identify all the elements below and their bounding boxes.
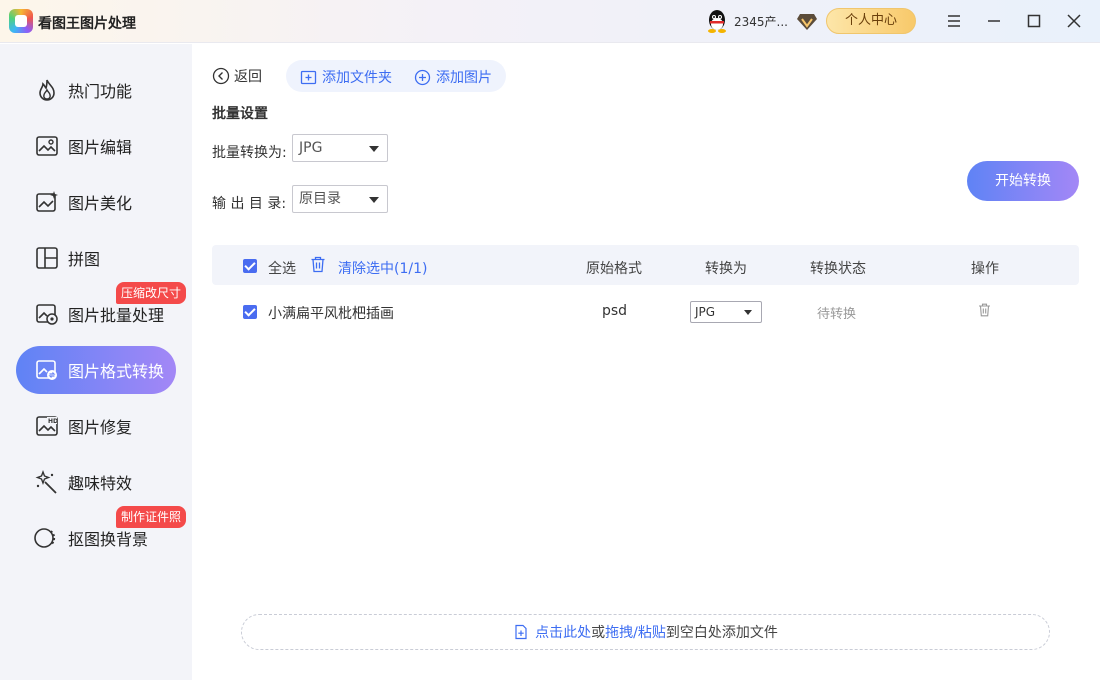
vip-diamond-icon[interactable]: [796, 11, 818, 31]
delete-row-icon[interactable]: [978, 303, 991, 317]
sidebar-item-image-beautify[interactable]: 图片美化: [16, 178, 176, 226]
table-header: 全选 清除选中(1/1) 原始格式 转换为 转换状态 操作: [212, 245, 1079, 285]
collage-icon: [34, 245, 60, 271]
close-icon[interactable]: [1063, 10, 1085, 32]
file-name: 小满扁平风枇杷插画: [268, 306, 394, 322]
badge-id-photo: 制作证件照: [116, 506, 187, 528]
column-status: 转换状态: [810, 261, 866, 277]
maximize-icon[interactable]: [1023, 10, 1045, 32]
main-panel: 返回 添加文件夹 添加图片 批量设置 批量转换为: JPG 输 出 目 录: 原…: [192, 44, 1100, 680]
select-all-label[interactable]: 全选: [268, 258, 296, 278]
format-convert-icon: [34, 357, 60, 383]
app-title: 看图王图片处理: [38, 16, 136, 32]
sidebar-item-fun-effects[interactable]: 趣味特效: [16, 458, 176, 506]
output-dir-label: 输 出 目 录:: [212, 196, 287, 212]
minimize-icon[interactable]: [983, 10, 1005, 32]
column-convert-to: 转换为: [705, 261, 747, 277]
convert-to-label: 批量转换为:: [212, 145, 287, 161]
hd-repair-icon: HD: [34, 413, 60, 439]
sidebar-item-image-repair[interactable]: HD 图片修复: [16, 402, 176, 450]
row-checkbox[interactable]: [243, 305, 257, 319]
drop-zone[interactable]: 点击此处 或 拖拽/粘贴 到空白处添加文件: [241, 614, 1050, 650]
user-center-button[interactable]: 个人中心: [826, 8, 916, 34]
app-logo-icon: [9, 9, 33, 33]
sidebar-item-image-edit[interactable]: 图片编辑: [16, 122, 176, 170]
sidebar: 热门功能 图片编辑 图片美化 拼图 图片批量处理 压缩改尺寸 图片格式转换 HD: [0, 44, 192, 680]
back-arrow-icon: [212, 67, 230, 85]
column-actions: 操作: [971, 261, 999, 277]
image-beautify-icon: [34, 189, 60, 215]
add-folder-icon: [300, 70, 317, 84]
batch-settings-title: 批量设置: [212, 106, 268, 122]
clear-selected-link[interactable]: 清除选中(1/1): [338, 258, 427, 278]
back-button[interactable]: 返回: [212, 66, 262, 86]
badge-compress-resize: 压缩改尺寸: [116, 282, 187, 304]
convert-format-select[interactable]: JPG: [292, 134, 388, 162]
magic-wand-icon: [34, 469, 60, 495]
add-file-icon: [515, 624, 527, 640]
click-here-link[interactable]: 点击此处: [535, 622, 591, 642]
drag-paste-link[interactable]: 拖拽/粘贴: [605, 622, 666, 642]
add-circle-icon: [414, 69, 431, 85]
image-edit-icon: [34, 133, 60, 159]
row-convert-select[interactable]: JPG: [690, 301, 762, 323]
fire-icon: [34, 77, 60, 103]
column-original-format: 原始格式: [586, 261, 642, 277]
status-value: 待转换: [817, 307, 857, 322]
add-folder-button[interactable]: 添加文件夹: [300, 67, 392, 87]
output-dir-select[interactable]: 原目录: [292, 185, 388, 213]
batch-image-icon: [34, 301, 60, 327]
svg-text:HD: HD: [48, 418, 58, 425]
trash-icon[interactable]: [310, 256, 326, 273]
menu-icon[interactable]: [943, 10, 965, 32]
add-files-group: 添加文件夹 添加图片: [286, 60, 506, 92]
start-convert-button[interactable]: 开始转换: [967, 161, 1079, 201]
sidebar-item-collage[interactable]: 拼图: [16, 234, 176, 282]
add-image-button[interactable]: 添加图片: [414, 67, 492, 87]
select-all-checkbox[interactable]: [243, 259, 257, 273]
sidebar-item-hot-features[interactable]: 热门功能: [16, 66, 176, 114]
title-bar: 看图王图片处理 2345产... 个人中心: [0, 0, 1100, 43]
username[interactable]: 2345产...: [734, 13, 788, 30]
qq-avatar-icon[interactable]: [706, 9, 728, 33]
sidebar-item-format-convert[interactable]: 图片格式转换: [16, 346, 176, 394]
original-format-value: psd: [602, 303, 628, 319]
cutout-icon: [34, 525, 60, 551]
